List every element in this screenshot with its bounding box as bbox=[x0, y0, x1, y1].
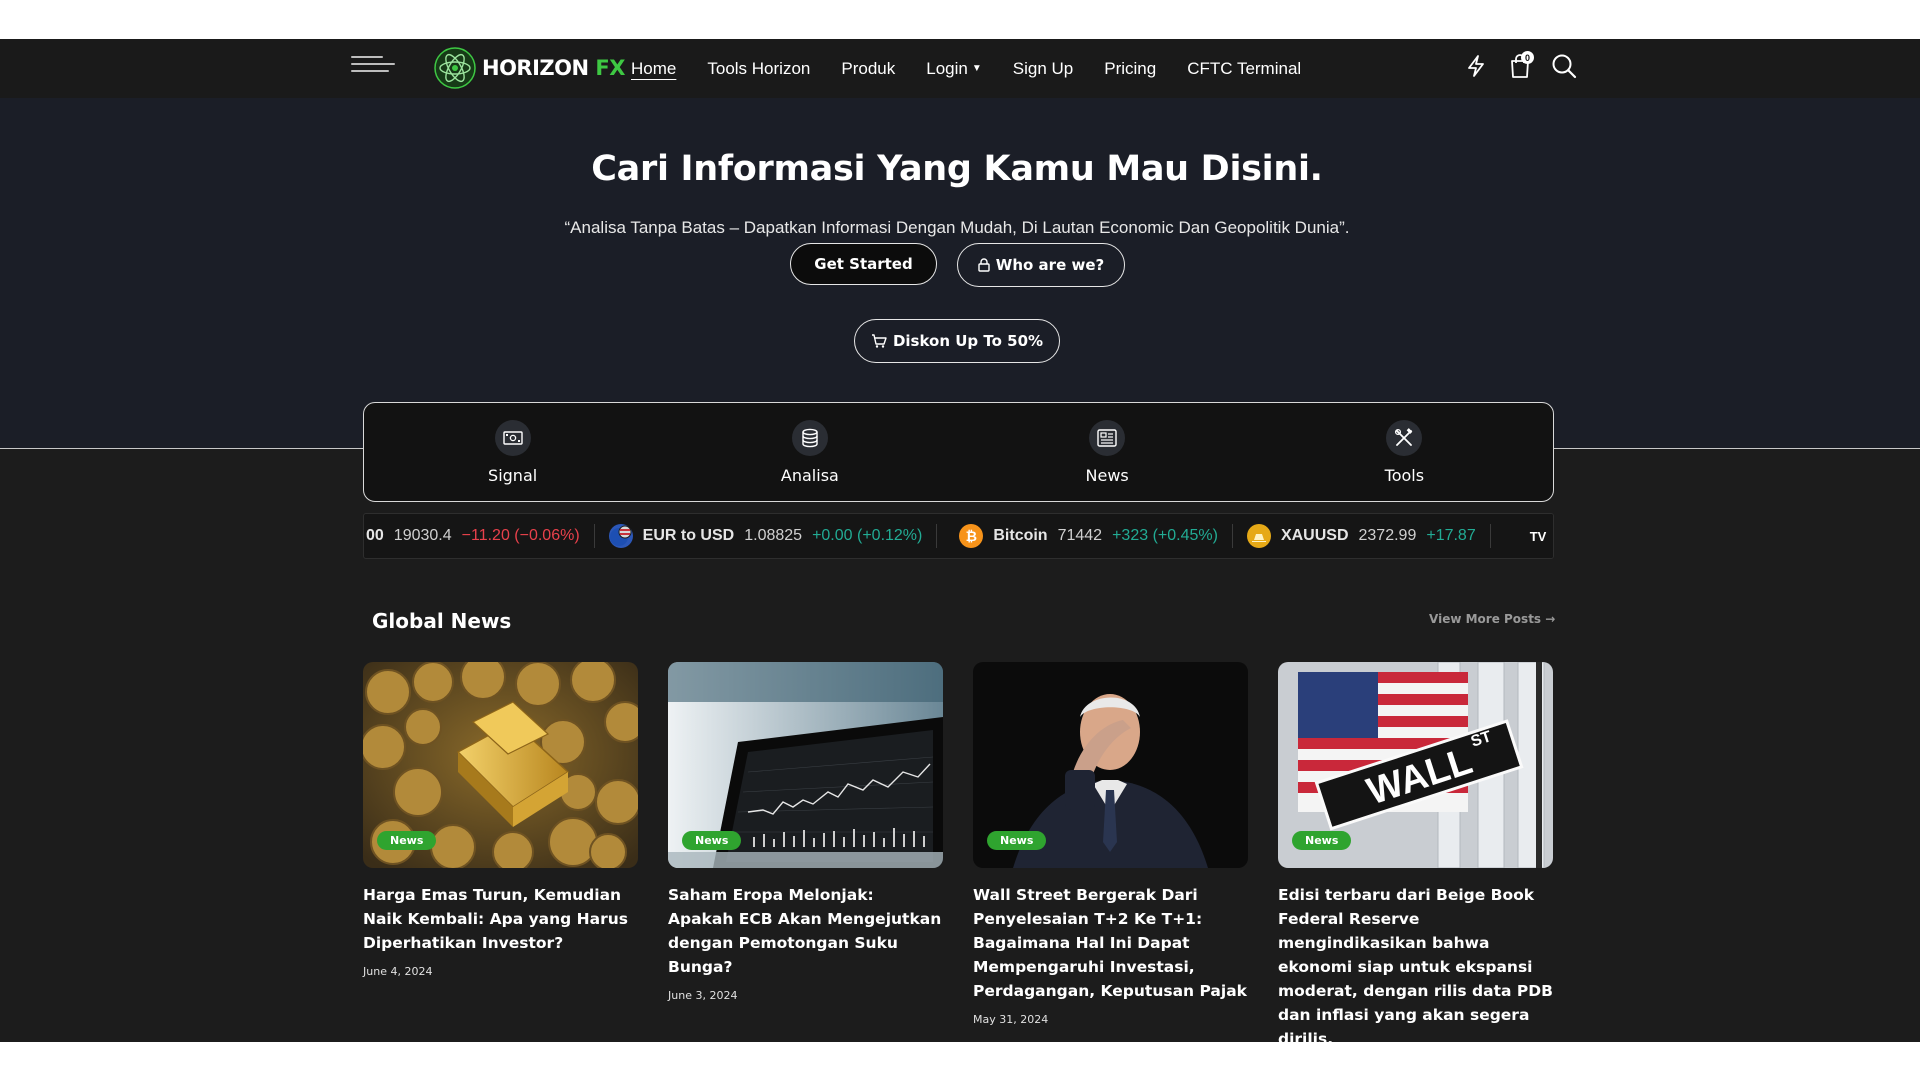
hero-title: Cari Informasi Yang Kamu Mau Disini. bbox=[591, 149, 1323, 189]
lock-icon bbox=[978, 258, 990, 272]
nav-sign-up[interactable]: Sign Up bbox=[1013, 59, 1073, 79]
category-signal[interactable]: Signal bbox=[364, 403, 661, 501]
view-more-posts-link[interactable]: View More Posts → bbox=[1429, 612, 1555, 626]
ticker-symbol: XAUUSD bbox=[1280, 527, 1349, 544]
category-badge[interactable]: News bbox=[987, 831, 1047, 850]
news-card[interactable]: News Harga Emas Turun, Kemudian Naik Kem… bbox=[363, 662, 638, 978]
ticker-price: 1.08825 bbox=[744, 527, 803, 544]
tradingview-logo-icon[interactable]: TV bbox=[1523, 514, 1553, 558]
nav-cftc-terminal[interactable]: CFTC Terminal bbox=[1187, 59, 1301, 79]
logo-text: HORIZON FX bbox=[482, 56, 625, 80]
ticker-price: 71442 bbox=[1057, 527, 1103, 544]
nav-pricing[interactable]: Pricing bbox=[1104, 59, 1156, 79]
newspaper-icon bbox=[1089, 419, 1126, 456]
category-badge[interactable]: News bbox=[377, 831, 437, 850]
category-tools[interactable]: Tools bbox=[1256, 403, 1553, 501]
ticker-symbol: Bitcoin bbox=[993, 527, 1048, 544]
category-news[interactable]: News bbox=[959, 403, 1256, 501]
atom-logo-icon bbox=[434, 47, 476, 89]
bitcoin-icon: ₿ bbox=[959, 524, 984, 548]
ticker-item[interactable]: 00 19030.4 −11.20 (−0.06%) bbox=[364, 524, 595, 548]
eur-usd-flag-icon bbox=[608, 524, 633, 548]
ticker-item[interactable]: EUR to USD 1.08825 +0.00 (+0.12%) bbox=[595, 524, 938, 548]
ticker-item[interactable]: XAUUSD 2372.99 +17.87 bbox=[1233, 524, 1491, 548]
page-viewport: HORIZON FX Home Tools Horizon Produk Log… bbox=[0, 39, 1920, 1042]
top-navbar: HORIZON FX Home Tools Horizon Produk Log… bbox=[0, 39, 1920, 98]
news-image-wall-street[interactable]: WALL ST News bbox=[1278, 662, 1553, 868]
category-label: Signal bbox=[488, 465, 538, 485]
gold-bar-icon bbox=[1246, 524, 1271, 548]
news-image-chart[interactable]: News bbox=[668, 662, 943, 868]
cart-icon[interactable]: 0 bbox=[1504, 49, 1536, 83]
ticker-price: 19030.4 bbox=[393, 527, 452, 544]
ticker-price: 2372.99 bbox=[1358, 527, 1417, 544]
tools-icon bbox=[1386, 419, 1423, 456]
news-image-gold[interactable]: News bbox=[363, 662, 638, 868]
lightning-icon[interactable] bbox=[1460, 49, 1492, 83]
nav-login[interactable]: Login ▼ bbox=[926, 59, 982, 79]
news-image-person[interactable]: News bbox=[973, 662, 1248, 868]
menu-icon[interactable] bbox=[351, 56, 395, 80]
category-badge[interactable]: News bbox=[682, 831, 742, 850]
category-menu: Signal Analisa News Tools bbox=[363, 402, 1554, 502]
news-card[interactable]: WALL ST News Edisi terbaru dari Beige Bo… bbox=[1278, 662, 1553, 1042]
diskon-button[interactable]: Diskon Up To 50% bbox=[854, 319, 1060, 363]
site-logo[interactable]: HORIZON FX bbox=[434, 46, 625, 90]
ticker-symbol: EUR to USD bbox=[642, 527, 735, 544]
nav-produk[interactable]: Produk bbox=[841, 59, 895, 79]
cart-count-badge: 0 bbox=[1521, 51, 1534, 64]
ticker-change: +0.00 (+0.12%) bbox=[812, 527, 923, 544]
get-started-button[interactable]: Get Started bbox=[790, 243, 937, 285]
database-icon bbox=[791, 419, 828, 456]
news-card[interactable]: News Saham Eropa Melonjak: Apakah ECB Ak… bbox=[668, 662, 943, 1002]
post-title[interactable]: Edisi terbaru dari Beige Book Federal Re… bbox=[1278, 883, 1553, 1042]
ticker-item[interactable]: ₿ Bitcoin 71442 +323 (+0.45%) bbox=[937, 524, 1233, 548]
money-icon bbox=[494, 419, 531, 456]
ticker-change: +323 (+0.45%) bbox=[1112, 527, 1218, 544]
post-date: June 3, 2024 bbox=[668, 989, 738, 1002]
ticker-symbol: 00 bbox=[366, 527, 384, 544]
post-title[interactable]: Wall Street Bergerak Dari Penyelesaian T… bbox=[973, 883, 1248, 1003]
category-badge[interactable]: News bbox=[1292, 831, 1352, 850]
category-analisa[interactable]: Analisa bbox=[661, 403, 958, 501]
chevron-down-icon: ▼ bbox=[971, 63, 982, 74]
hero-subtitle: “Analisa Tanpa Batas – Dapatkan Informas… bbox=[564, 218, 1350, 237]
cart-icon bbox=[871, 334, 887, 348]
post-date: June 4, 2024 bbox=[363, 965, 433, 978]
category-label: Tools bbox=[1384, 465, 1425, 485]
post-date: May 31, 2024 bbox=[973, 1013, 1049, 1026]
nav-home[interactable]: Home bbox=[631, 59, 676, 79]
price-ticker[interactable]: 00 19030.4 −11.20 (−0.06%) EUR to USD 1.… bbox=[363, 513, 1554, 559]
section-title: Global News bbox=[372, 609, 512, 633]
main-nav: Home Tools Horizon Produk Login ▼ Sign Up… bbox=[631, 39, 1301, 98]
category-label: Analisa bbox=[780, 465, 839, 485]
ticker-change: +17.87 bbox=[1426, 527, 1476, 544]
nav-tools-horizon[interactable]: Tools Horizon bbox=[707, 59, 810, 79]
search-icon[interactable] bbox=[1548, 49, 1580, 83]
ticker-change: −11.20 (−0.06%) bbox=[461, 527, 580, 544]
category-label: News bbox=[1085, 465, 1129, 485]
post-title[interactable]: Harga Emas Turun, Kemudian Naik Kembali:… bbox=[363, 883, 638, 955]
who-are-we-button[interactable]: Who are we? bbox=[957, 243, 1125, 287]
news-card[interactable]: News Wall Street Bergerak Dari Penyelesa… bbox=[973, 662, 1248, 1026]
hero-section: Cari Informasi Yang Kamu Mau Disini. “An… bbox=[0, 98, 1920, 449]
post-title[interactable]: Saham Eropa Melonjak: Apakah ECB Akan Me… bbox=[668, 883, 943, 979]
header-actions: 0 bbox=[1460, 49, 1580, 83]
